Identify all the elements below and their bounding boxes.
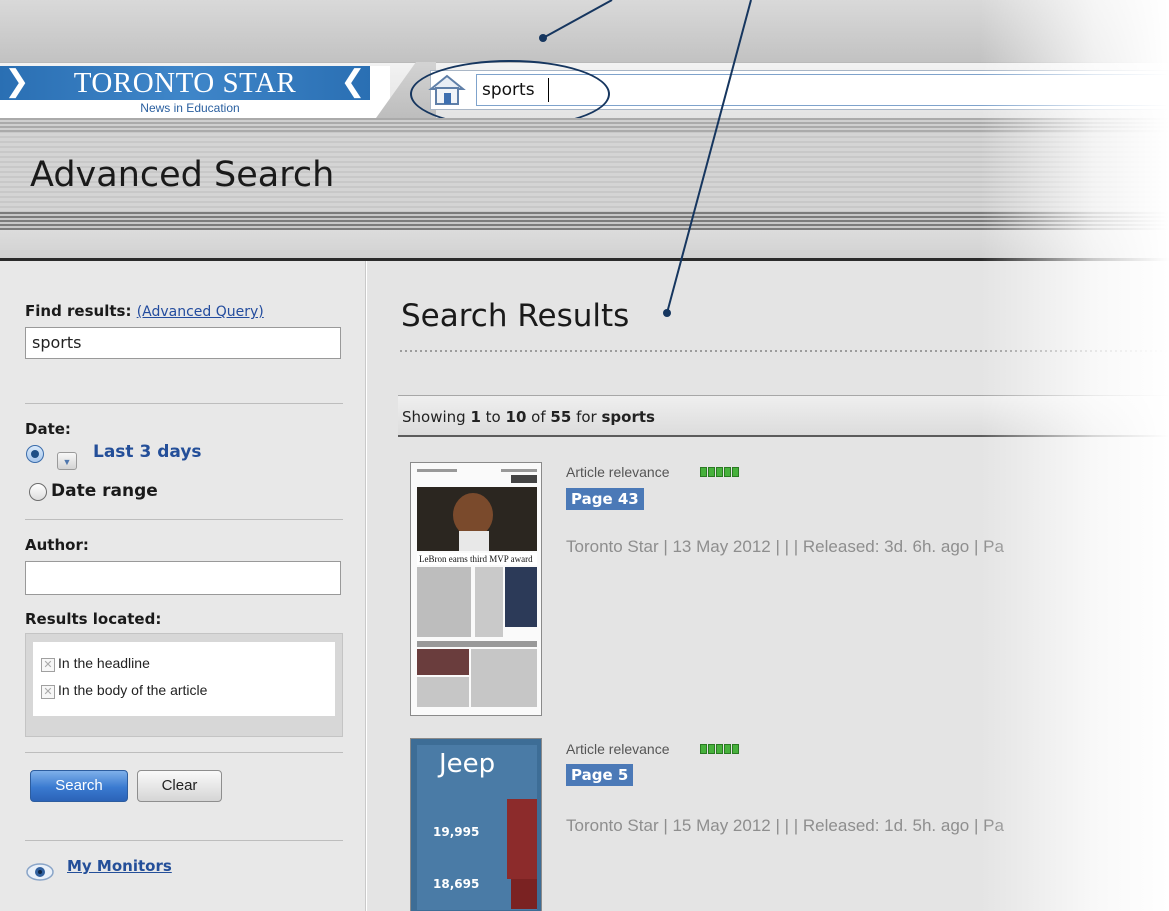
result-thumbnail[interactable]: LeBron earns third MVP award xyxy=(410,462,542,716)
thumb-price-1: 19,995 xyxy=(433,825,480,839)
in-body-checkbox[interactable]: ✕ xyxy=(41,685,55,699)
date-preset-dropdown-button[interactable]: ▼ xyxy=(57,452,77,470)
logo-subtitle: News in Education xyxy=(140,101,240,115)
date-range-label[interactable]: Date range xyxy=(51,481,158,501)
date-range-radio[interactable] xyxy=(29,483,47,501)
relevance-label: Article relevance xyxy=(566,741,670,757)
advanced-query-link[interactable]: (Advanced Query) xyxy=(137,304,264,320)
relevance-label: Article relevance xyxy=(566,464,670,480)
title-band-bottom-lines xyxy=(0,212,1169,230)
relevance-pip xyxy=(700,467,707,477)
sidebar-divider xyxy=(25,403,343,404)
find-results-label: Find results: (Advanced Query) xyxy=(25,302,264,320)
logo-title[interactable]: TORONTO STAR xyxy=(0,66,370,100)
result-meta: Toronto Star | 15 May 2012 | | | Release… xyxy=(566,816,1004,835)
my-monitors-link[interactable]: My Monitors xyxy=(67,857,172,875)
result-meta: Toronto Star | 13 May 2012 | | | Release… xyxy=(566,537,1004,556)
page-number-badge[interactable]: Page 43 xyxy=(566,488,644,510)
page-title: Advanced Search xyxy=(30,155,335,195)
showing-query: sports xyxy=(601,408,655,426)
spacer-band xyxy=(0,230,1169,258)
thumb-brand: Jeep xyxy=(439,749,496,779)
clear-button[interactable]: Clear xyxy=(137,770,222,802)
showing-to-word: to xyxy=(485,408,501,426)
relevance-pip xyxy=(716,744,723,754)
showing-from: 1 xyxy=(470,408,481,426)
date-preset-value[interactable]: Last 3 days xyxy=(93,442,202,462)
page-number-badge[interactable]: Page 5 xyxy=(566,764,634,786)
find-results-label-text: Find results: xyxy=(25,302,132,320)
sidebar-divider xyxy=(25,519,343,520)
thumb-headline: LeBron earns third MVP award xyxy=(419,554,533,564)
relevance-meter xyxy=(700,467,739,477)
relevance-pip xyxy=(724,467,731,477)
sidebar-divider xyxy=(25,752,343,753)
in-headline-label[interactable]: In the headline xyxy=(58,655,150,671)
results-located-label: Results located: xyxy=(25,610,162,628)
find-results-input[interactable]: sports xyxy=(25,327,341,359)
author-label: Author: xyxy=(25,536,89,554)
relevance-meter xyxy=(700,744,739,754)
relevance-pip xyxy=(708,467,715,477)
logo-chevron-left-icon: ❯ xyxy=(4,64,30,99)
showing-prefix: Showing xyxy=(402,408,466,426)
thumb-price-2: 18,695 xyxy=(433,877,480,891)
search-results-title: Search Results xyxy=(401,298,630,334)
relevance-pip xyxy=(708,744,715,754)
sidebar-divider xyxy=(25,840,343,841)
showing-for-word: for xyxy=(576,408,597,426)
eye-icon[interactable] xyxy=(26,862,54,882)
date-last-3-days-radio[interactable] xyxy=(26,445,44,463)
results-located-options xyxy=(33,642,335,716)
logo-chevron-right-icon: ❮ xyxy=(340,64,366,99)
author-input[interactable] xyxy=(25,561,341,595)
newspaper-page-thumbnail xyxy=(411,463,541,715)
showing-of-word: of xyxy=(531,408,546,426)
search-button[interactable]: Search xyxy=(30,770,128,802)
showing-total: 55 xyxy=(550,408,572,426)
title-band-top-lines xyxy=(0,118,1169,132)
in-headline-checkbox[interactable]: ✕ xyxy=(41,658,55,672)
showing-to: 10 xyxy=(505,408,527,426)
relevance-pip xyxy=(716,467,723,477)
relevance-pip xyxy=(732,467,739,477)
result-thumbnail[interactable]: Jeep 19,995 18,695 xyxy=(410,738,542,911)
relevance-pip xyxy=(724,744,731,754)
results-count-bar: Showing 1 to 10 of 55 for sports xyxy=(398,395,1169,437)
top-band xyxy=(0,0,1169,62)
dotted-divider xyxy=(400,350,1169,352)
relevance-pip xyxy=(700,744,707,754)
relevance-pip xyxy=(732,744,739,754)
in-body-label[interactable]: In the body of the article xyxy=(58,682,207,698)
date-label: Date: xyxy=(25,420,71,438)
